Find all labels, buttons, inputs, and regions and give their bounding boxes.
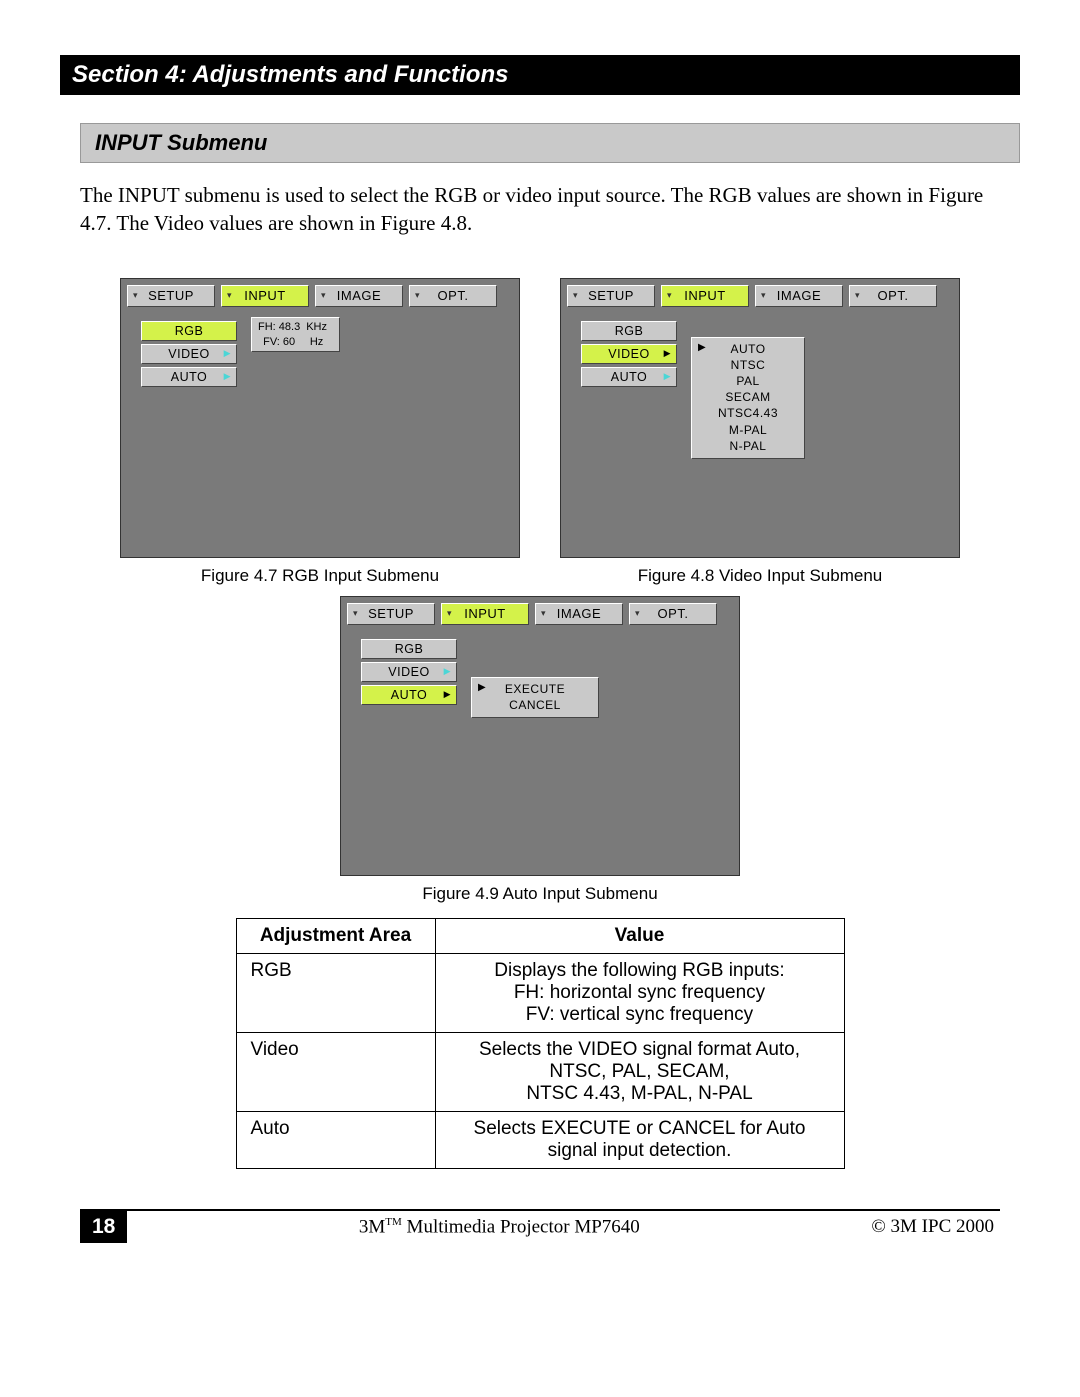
tab-opt[interactable]: ▾OPT. [409, 285, 497, 307]
tab-setup[interactable]: ▾SETUP [127, 285, 215, 307]
th-area: Adjustment Area [236, 918, 435, 953]
caret-down-icon: ▾ [541, 608, 546, 619]
tab-input[interactable]: ▾INPUT [441, 603, 529, 625]
arrow-right-icon: ▶ [224, 348, 231, 359]
page-number: 18 [80, 1211, 127, 1243]
option-secam[interactable]: SECAM [725, 390, 770, 404]
tab-input[interactable]: ▾INPUT [221, 285, 309, 307]
table-row: Video Selects the VIDEO signal format Au… [236, 1032, 844, 1111]
menu-auto[interactable]: AUTO▶ [581, 367, 677, 387]
caret-down-icon: ▾ [447, 608, 452, 619]
auto-options-box: ▶ EXECUTE CANCEL [471, 677, 599, 718]
section-title: Section 4: Adjustments and Functions [60, 55, 1020, 95]
caret-down-icon: ▾ [353, 608, 358, 619]
menu-video[interactable]: VIDEO▶ [581, 344, 677, 364]
video-options-box: ▶ AUTO NTSC PAL SECAM NTSC4.43 M-PAL N-PA… [691, 337, 805, 459]
fig49-caption: Figure 4.9 Auto Input Submenu [340, 884, 740, 904]
caret-down-icon: ▾ [855, 290, 860, 301]
tab-image[interactable]: ▾IMAGE [535, 603, 623, 625]
caret-down-icon: ▾ [133, 290, 138, 301]
tab-setup[interactable]: ▾SETUP [567, 285, 655, 307]
table-row: RGB Displays the following RGB inputs: F… [236, 953, 844, 1032]
th-value: Value [435, 918, 844, 953]
option-ntsc443[interactable]: NTSC4.43 [718, 406, 778, 420]
page-footer: 18 3MTM Multimedia Projector MP7640 © 3M… [80, 1209, 1000, 1243]
option-npal[interactable]: N-PAL [730, 439, 767, 453]
osd-rgb-input: ▾SETUP ▾INPUT ▾IMAGE ▾OPT. RGB VIDEO▶ AU… [120, 278, 520, 558]
rgb-info-box: FH: 48.3KHz FV: 60Hz [251, 317, 340, 353]
arrow-right-icon: ▶ [478, 681, 486, 695]
arrow-right-icon: ▶ [224, 371, 231, 382]
tab-setup[interactable]: ▾SETUP [347, 603, 435, 625]
caret-down-icon: ▾ [761, 290, 766, 301]
footer-center: 3MTM Multimedia Projector MP7640 [127, 1216, 871, 1238]
footer-right: © 3M IPC 2000 [871, 1216, 1000, 1238]
caret-down-icon: ▾ [573, 290, 578, 301]
option-mpal[interactable]: M-PAL [729, 423, 767, 437]
menu-rgb[interactable]: RGB [141, 321, 237, 341]
caret-down-icon: ▾ [415, 290, 420, 301]
arrow-right-icon: ▶ [444, 666, 451, 677]
table-row: Auto Selects EXECUTE or CANCEL for Auto … [236, 1111, 844, 1168]
option-auto[interactable]: AUTO [730, 342, 765, 356]
tab-image[interactable]: ▾IMAGE [315, 285, 403, 307]
subsection-title: INPUT Submenu [80, 123, 1020, 163]
menu-auto[interactable]: AUTO▶ [361, 685, 457, 705]
caret-down-icon: ▾ [321, 290, 326, 301]
menu-video[interactable]: VIDEO▶ [361, 662, 457, 682]
menu-rgb[interactable]: RGB [361, 639, 457, 659]
caret-down-icon: ▾ [635, 608, 640, 619]
fig47-caption: Figure 4.7 RGB Input Submenu [120, 566, 520, 586]
caret-down-icon: ▾ [227, 290, 232, 301]
arrow-right-icon: ▶ [664, 348, 671, 359]
arrow-right-icon: ▶ [698, 341, 706, 355]
body-text: The INPUT submenu is used to select the … [80, 181, 1000, 238]
tab-opt[interactable]: ▾OPT. [849, 285, 937, 307]
menu-rgb[interactable]: RGB [581, 321, 677, 341]
tab-image[interactable]: ▾IMAGE [755, 285, 843, 307]
arrow-right-icon: ▶ [444, 689, 451, 700]
option-ntsc[interactable]: NTSC [731, 358, 766, 372]
arrow-right-icon: ▶ [664, 371, 671, 382]
adjustment-table: Adjustment Area Value RGB Displays the f… [236, 918, 845, 1169]
option-pal[interactable]: PAL [736, 374, 759, 388]
option-cancel[interactable]: CANCEL [509, 698, 561, 712]
tab-input[interactable]: ▾INPUT [661, 285, 749, 307]
menu-auto[interactable]: AUTO▶ [141, 367, 237, 387]
caret-down-icon: ▾ [667, 290, 672, 301]
osd-video-input: ▾SETUP ▾INPUT ▾IMAGE ▾OPT. RGB VIDEO▶ AU… [560, 278, 960, 558]
option-execute[interactable]: EXECUTE [505, 682, 565, 696]
osd-auto-input: ▾SETUP ▾INPUT ▾IMAGE ▾OPT. RGB VIDEO▶ AU… [340, 596, 740, 876]
menu-video[interactable]: VIDEO▶ [141, 344, 237, 364]
tab-opt[interactable]: ▾OPT. [629, 603, 717, 625]
fig48-caption: Figure 4.8 Video Input Submenu [560, 566, 960, 586]
